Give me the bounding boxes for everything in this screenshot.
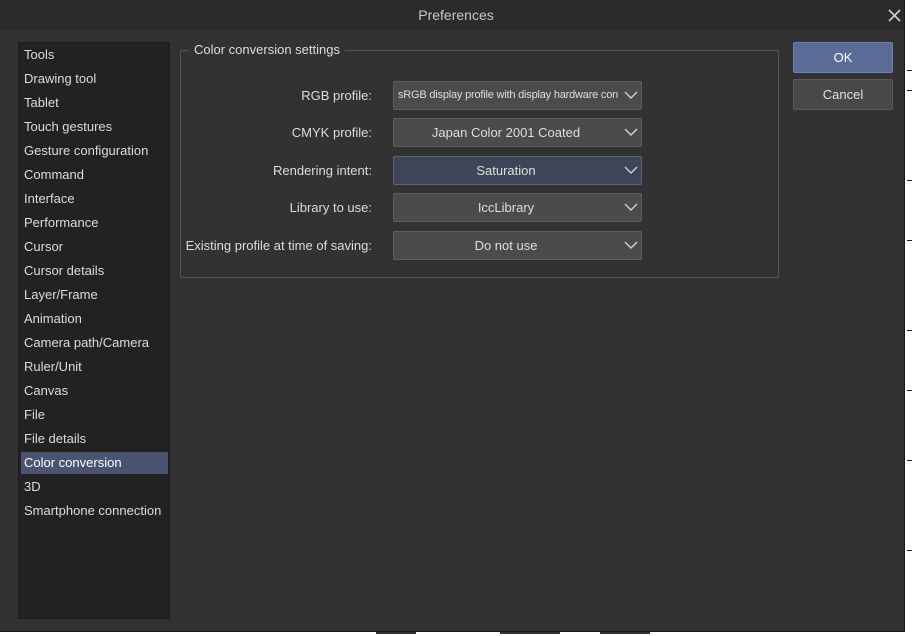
sidebar-item-tablet[interactable]: Tablet [21, 92, 168, 114]
sidebar-item-smartphone-connection[interactable]: Smartphone connection [21, 500, 168, 522]
rgb-profile-select[interactable]: sRGB display profile with display hardwa… [393, 81, 642, 110]
sidebar-item-camera-path[interactable]: Camera path/Camera [21, 332, 168, 354]
library-select[interactable]: IccLibrary [393, 193, 642, 222]
sidebar-item-cursor-details[interactable]: Cursor details [21, 260, 168, 282]
sidebar-item-performance[interactable]: Performance [21, 212, 168, 234]
group-title: Color conversion settings [189, 42, 345, 58]
cmyk-profile-value: Japan Color 2001 Coated [431, 125, 581, 140]
sidebar-item-canvas[interactable]: Canvas [21, 380, 168, 402]
rgb-profile-value: sRGB display profile with display hardwa… [398, 89, 618, 101]
chevron-down-icon [624, 166, 638, 174]
sidebar-item-3d[interactable]: 3D [21, 476, 168, 498]
cancel-button[interactable]: Cancel [793, 79, 893, 110]
sidebar-item-ruler-unit[interactable]: Ruler/Unit [21, 356, 168, 378]
chevron-down-icon [624, 203, 638, 211]
background-canvas-edge [904, 30, 912, 636]
sidebar-item-file-details[interactable]: File details [21, 428, 168, 450]
sidebar-item-file[interactable]: File [21, 404, 168, 426]
category-list[interactable]: Tools Drawing tool Tablet Touch gestures… [18, 42, 170, 619]
window-title: Preferences [418, 7, 494, 23]
sidebar-item-animation[interactable]: Animation [21, 308, 168, 330]
preferences-dialog: Preferences Tools Drawing tool Tablet To… [0, 0, 905, 632]
sidebar-item-gesture-configuration[interactable]: Gesture configuration [21, 140, 168, 162]
sidebar-item-command[interactable]: Command [21, 164, 168, 186]
sidebar-item-drawing-tool[interactable]: Drawing tool [21, 68, 168, 90]
chevron-down-icon [624, 91, 638, 99]
close-icon [888, 9, 901, 22]
ok-button[interactable]: OK [793, 42, 893, 73]
library-value: IccLibrary [477, 200, 535, 215]
existing-profile-select[interactable]: Do not use [393, 231, 642, 260]
rendering-intent-value: Saturation [476, 163, 536, 178]
sidebar-item-interface[interactable]: Interface [21, 188, 168, 210]
rgb-profile-label: RGB profile: [301, 88, 372, 103]
library-label: Library to use: [289, 200, 372, 215]
existing-profile-label: Existing profile at time of saving: [185, 238, 372, 253]
chevron-down-icon [624, 241, 638, 249]
rendering-intent-label: Rendering intent: [272, 163, 372, 178]
cmyk-profile-label: CMYK profile: [291, 125, 372, 140]
cmyk-profile-select[interactable]: Japan Color 2001 Coated [393, 118, 642, 147]
rendering-intent-select[interactable]: Saturation [393, 156, 642, 185]
sidebar-item-cursor[interactable]: Cursor [21, 236, 168, 258]
existing-profile-value: Do not use [474, 238, 538, 253]
sidebar-item-tools[interactable]: Tools [21, 44, 168, 66]
sidebar-item-touch-gestures[interactable]: Touch gestures [21, 116, 168, 138]
chevron-down-icon [624, 128, 638, 136]
close-button[interactable] [883, 5, 905, 27]
sidebar-item-layer-frame[interactable]: Layer/Frame [21, 284, 168, 306]
sidebar-item-color-conversion[interactable]: Color conversion [21, 452, 168, 474]
